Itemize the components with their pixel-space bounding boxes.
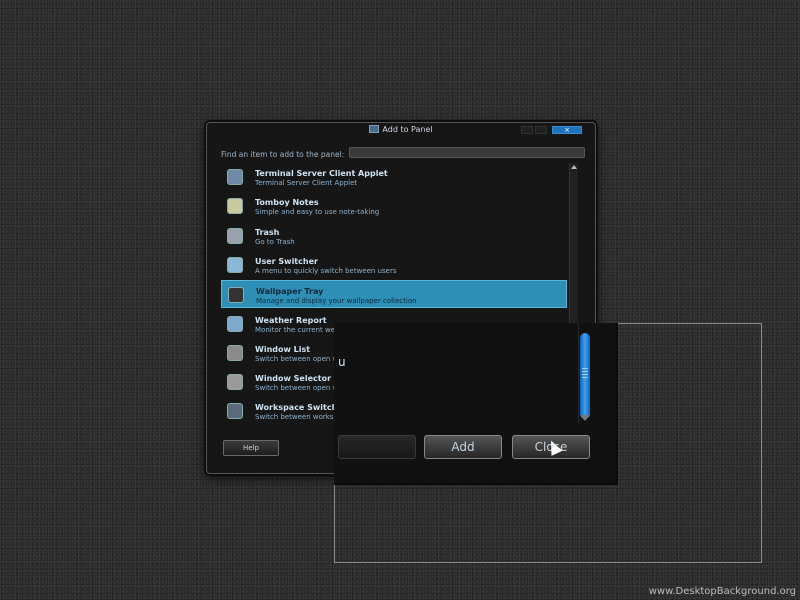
list-item[interactable]: Wallpaper Tray Manage and display your wa… — [221, 280, 567, 309]
window-selector-icon — [227, 374, 243, 391]
item-description: Go to Trash — [255, 237, 295, 246]
item-name: User Switcher — [255, 256, 318, 266]
search-input[interactable] — [349, 147, 585, 158]
user-icon — [227, 256, 243, 273]
window-title-text: Add to Panel — [382, 125, 433, 134]
item-description: Terminal Server Client Applet — [255, 179, 358, 187]
item-name: Window List — [255, 344, 311, 354]
close-icon: × — [564, 126, 570, 134]
search-label: Find an item to add to the panel: — [221, 150, 345, 159]
item-name: Window Selector — [255, 374, 332, 384]
item-name: Weather Report — [255, 315, 327, 325]
scroll-down-icon[interactable] — [580, 415, 590, 421]
grip-icon — [582, 368, 588, 369]
scroll-up-icon[interactable] — [571, 165, 577, 169]
zoomed-help-button[interactable] — [338, 435, 416, 459]
item-description: A menu to quickly switch between users — [255, 266, 397, 275]
weather-icon — [227, 315, 243, 332]
watermark: www.DesktopBackground.org — [648, 586, 796, 597]
item-name: Terminal Server Client Applet — [255, 169, 388, 178]
item-description: Simple and easy to use note-taking — [255, 208, 380, 217]
notes-icon — [227, 198, 243, 215]
list-item[interactable]: Terminal Server Client Applet Terminal Se… — [221, 163, 567, 191]
item-description: Monitor the current wea — [255, 325, 340, 334]
window-list-icon — [227, 344, 243, 361]
minimize-button[interactable] — [521, 126, 533, 134]
item-name: Wallpaper Tray — [256, 287, 324, 297]
window-icon — [369, 125, 380, 133]
add-button[interactable]: Add — [424, 435, 502, 459]
item-description: Switch between worksp — [255, 413, 338, 422]
close-window-button[interactable]: × — [552, 126, 582, 134]
item-description: Switch between open w — [255, 354, 339, 363]
zoomed-scrollbar-thumb[interactable] — [580, 333, 590, 419]
item-name: Workspace Switcher — [255, 403, 347, 413]
item-description: Manage and display your wallpaper collec… — [256, 297, 417, 306]
wallpaper-icon — [228, 287, 244, 304]
help-button[interactable]: Help — [223, 440, 279, 456]
item-description: Switch between open w — [255, 384, 339, 393]
list-item[interactable]: Trash Go to Trash — [221, 222, 567, 250]
magnifier-view: u Add Close — [334, 323, 618, 485]
item-name: Tomboy Notes — [255, 198, 319, 208]
zoomed-list-fragment: u — [338, 355, 346, 369]
maximize-button[interactable] — [535, 126, 547, 134]
list-item[interactable]: Tomboy Notes Simple and easy to use note-… — [221, 192, 567, 220]
list-item[interactable]: User Switcher A menu to quickly switch be… — [221, 251, 567, 279]
title-bar[interactable]: Add to Panel × — [207, 123, 595, 137]
workspace-icon — [227, 403, 243, 420]
item-name: Trash — [255, 227, 280, 237]
monitor-icon — [227, 169, 243, 185]
trash-icon — [227, 227, 243, 244]
